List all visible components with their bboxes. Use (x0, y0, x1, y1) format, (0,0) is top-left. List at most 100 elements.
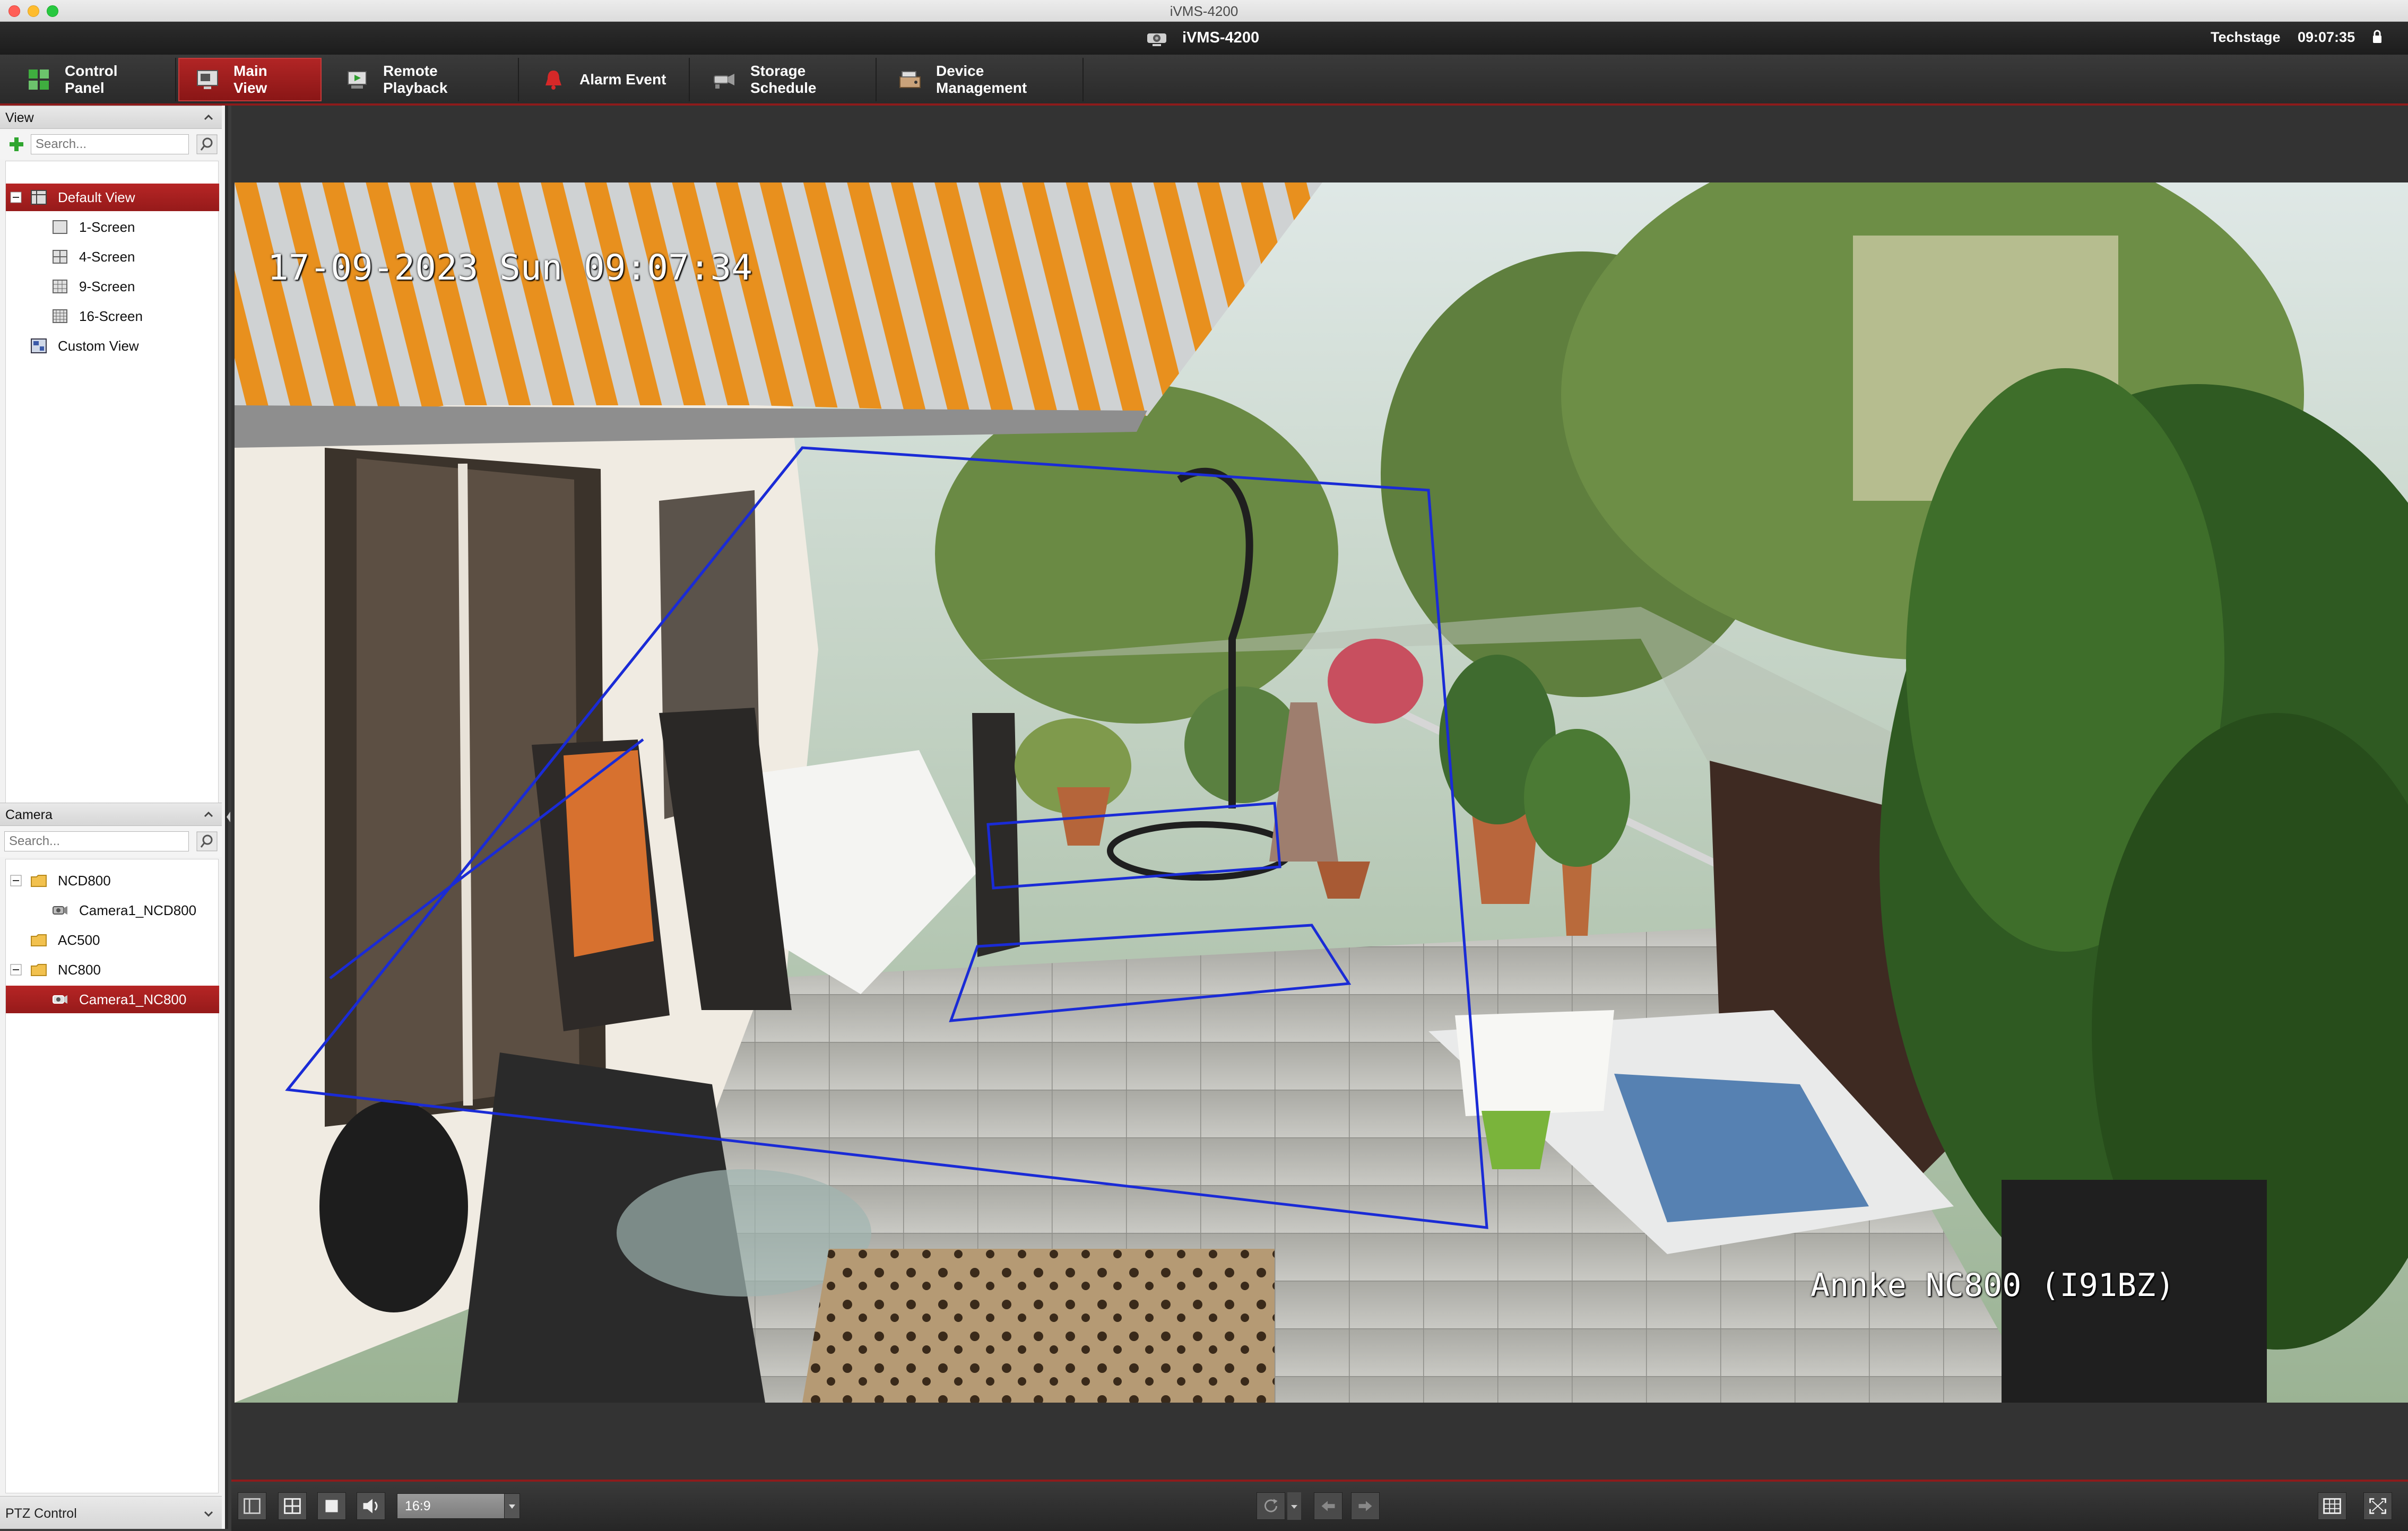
layout-9-icon (53, 280, 67, 293)
live-view-toolbar: 16:9 (231, 1480, 2408, 1531)
tree-item-label: 1-Screen (79, 219, 135, 235)
volume-icon[interactable] (357, 1492, 385, 1520)
layout-16-icon (53, 309, 67, 323)
left-panel: View Default View (0, 106, 228, 1529)
clock: 09:07:35 (2298, 29, 2355, 45)
tab-label: Alarm Event (579, 71, 666, 88)
chevron-down-icon[interactable] (203, 1508, 214, 1520)
aspect-ratio-value: 16:9 (405, 1499, 431, 1513)
tab-control-panel[interactable]: Control Panel (11, 58, 176, 101)
custom-view-icon (31, 338, 47, 353)
camera-section-header[interactable]: Camera (0, 803, 222, 826)
app-header: iVMS-4200 Techstage 09:07:35 (0, 22, 2408, 55)
tree-item-camera1-ncd800[interactable]: Camera1_NCD800 (6, 897, 219, 924)
tab-label: Remote Playback (383, 63, 448, 96)
tree-item-16-screen[interactable]: 16-Screen (6, 302, 219, 330)
layout-1-icon (53, 220, 67, 234)
view-tree: Default View 1-Screen 4-Screen 9-Screen (5, 161, 219, 850)
tab-label: Control Panel (65, 63, 118, 96)
tree-item-1-screen[interactable]: 1-Screen (6, 213, 219, 241)
playback-icon (348, 71, 367, 89)
tab-storage-schedule[interactable]: Storage Schedule (696, 58, 877, 101)
collapse-toggle-icon[interactable] (10, 875, 22, 886)
tree-item-label: AC500 (58, 932, 100, 948)
video-area: 17-09-2023 Sun 09:07:34 Annke NC800 (I91… (231, 106, 2408, 1480)
tree-item-label: 9-Screen (79, 278, 135, 294)
tree-item-label: Camera1_NCD800 (79, 902, 197, 918)
view-search-row (0, 129, 222, 160)
collapse-toggle-icon[interactable] (10, 192, 22, 203)
camera-logo-icon (1147, 33, 1166, 46)
window-titlebar: iVMS-4200 (0, 0, 2408, 22)
tab-remote-playback[interactable]: Remote Playback (329, 58, 519, 101)
main-tab-bar: Control Panel Main View Remote Playback … (0, 55, 2408, 106)
camera-icon (53, 906, 67, 915)
view-search-input[interactable] (31, 134, 189, 154)
window-title: iVMS-4200 (1170, 3, 1238, 19)
tree-item-label: Default View (58, 189, 135, 205)
folder-icon (31, 964, 47, 976)
lock-icon[interactable] (2372, 29, 2383, 44)
next-page-icon[interactable] (1351, 1492, 1380, 1520)
previous-page-icon[interactable] (1314, 1492, 1342, 1520)
tree-item-9-screen[interactable]: 9-Screen (6, 273, 219, 300)
tab-device-management[interactable]: Device Management (882, 58, 1084, 101)
monitor-camera-icon (197, 70, 218, 89)
search-icon[interactable] (196, 134, 218, 154)
fullscreen-icon[interactable] (2363, 1492, 2392, 1520)
tree-item-4-screen[interactable]: 4-Screen (6, 243, 219, 271)
camera-section-title: Camera (5, 807, 53, 822)
chevron-down-icon[interactable] (1287, 1492, 1301, 1520)
device-dvr-icon (899, 71, 921, 88)
window-division-icon[interactable] (278, 1492, 307, 1520)
view-section-title: View (5, 110, 34, 125)
camera-feed-image (235, 182, 2408, 1403)
tab-main-view[interactable]: Main View (178, 58, 322, 101)
tree-item-label: NC800 (58, 961, 101, 978)
tree-item-label: Camera1_NC800 (79, 991, 187, 1007)
search-icon[interactable] (196, 831, 218, 851)
app-name: iVMS-4200 (1182, 29, 1260, 46)
tree-item-label: 16-Screen (79, 308, 143, 324)
add-view-icon[interactable] (7, 135, 25, 153)
chevron-down-icon[interactable] (504, 1494, 519, 1518)
multi-screen-icon[interactable] (2318, 1492, 2346, 1520)
aspect-ratio-select[interactable]: 16:9 (397, 1493, 520, 1519)
tree-item-nc800[interactable]: NC800 (6, 956, 219, 984)
layout-4-icon (53, 250, 67, 264)
collapse-toggle-icon[interactable] (10, 964, 22, 976)
tab-label: Main View (233, 63, 267, 96)
tree-item-label: NCD800 (58, 872, 111, 889)
ptz-title: PTZ Control (5, 1506, 77, 1521)
camera-icon (53, 995, 67, 1004)
video-timestamp: 17-09-2023 Sun 09:07:34 (267, 247, 752, 288)
folder-icon (31, 934, 47, 946)
tab-label: Storage Schedule (750, 63, 817, 96)
tree-item-camera1-nc800[interactable]: Camera1_NC800 (6, 986, 219, 1013)
view-group-icon (31, 190, 47, 205)
hide-panel-icon[interactable] (238, 1492, 266, 1520)
tree-item-ncd800[interactable]: NCD800 (6, 867, 219, 894)
refresh-icon[interactable] (1257, 1492, 1285, 1520)
folder-icon (31, 875, 47, 887)
camera-search-input[interactable] (4, 831, 189, 851)
tree-item-custom-view[interactable]: Custom View (6, 332, 219, 360)
storage-camera-icon (714, 74, 734, 89)
tab-label: Device Management (936, 63, 1027, 96)
chevron-up-icon[interactable] (203, 111, 214, 123)
tree-item-default-view[interactable]: Default View (6, 184, 219, 211)
camera-tree: NCD800 Camera1_NCD800 AC500 NC800 Camera… (5, 859, 219, 1493)
camera-search-row (0, 826, 222, 857)
chevron-up-icon[interactable] (203, 808, 214, 820)
video-camera-label: Annke NC800 (I91BZ) (1811, 1267, 2175, 1304)
ptz-control-header[interactable]: PTZ Control (0, 1496, 222, 1529)
live-video-window[interactable]: 17-09-2023 Sun 09:07:34 Annke NC800 (I91… (235, 182, 2408, 1403)
stop-all-icon[interactable] (317, 1492, 346, 1520)
user-name[interactable]: Techstage (2211, 29, 2281, 46)
tree-item-label: 4-Screen (79, 248, 135, 265)
tree-item-ac500[interactable]: AC500 (6, 926, 219, 954)
tab-alarm-event[interactable]: Alarm Event (525, 58, 690, 101)
view-section-header[interactable]: View (0, 106, 222, 129)
alarm-bell-icon (545, 71, 561, 90)
tree-item-label: Custom View (58, 337, 139, 354)
